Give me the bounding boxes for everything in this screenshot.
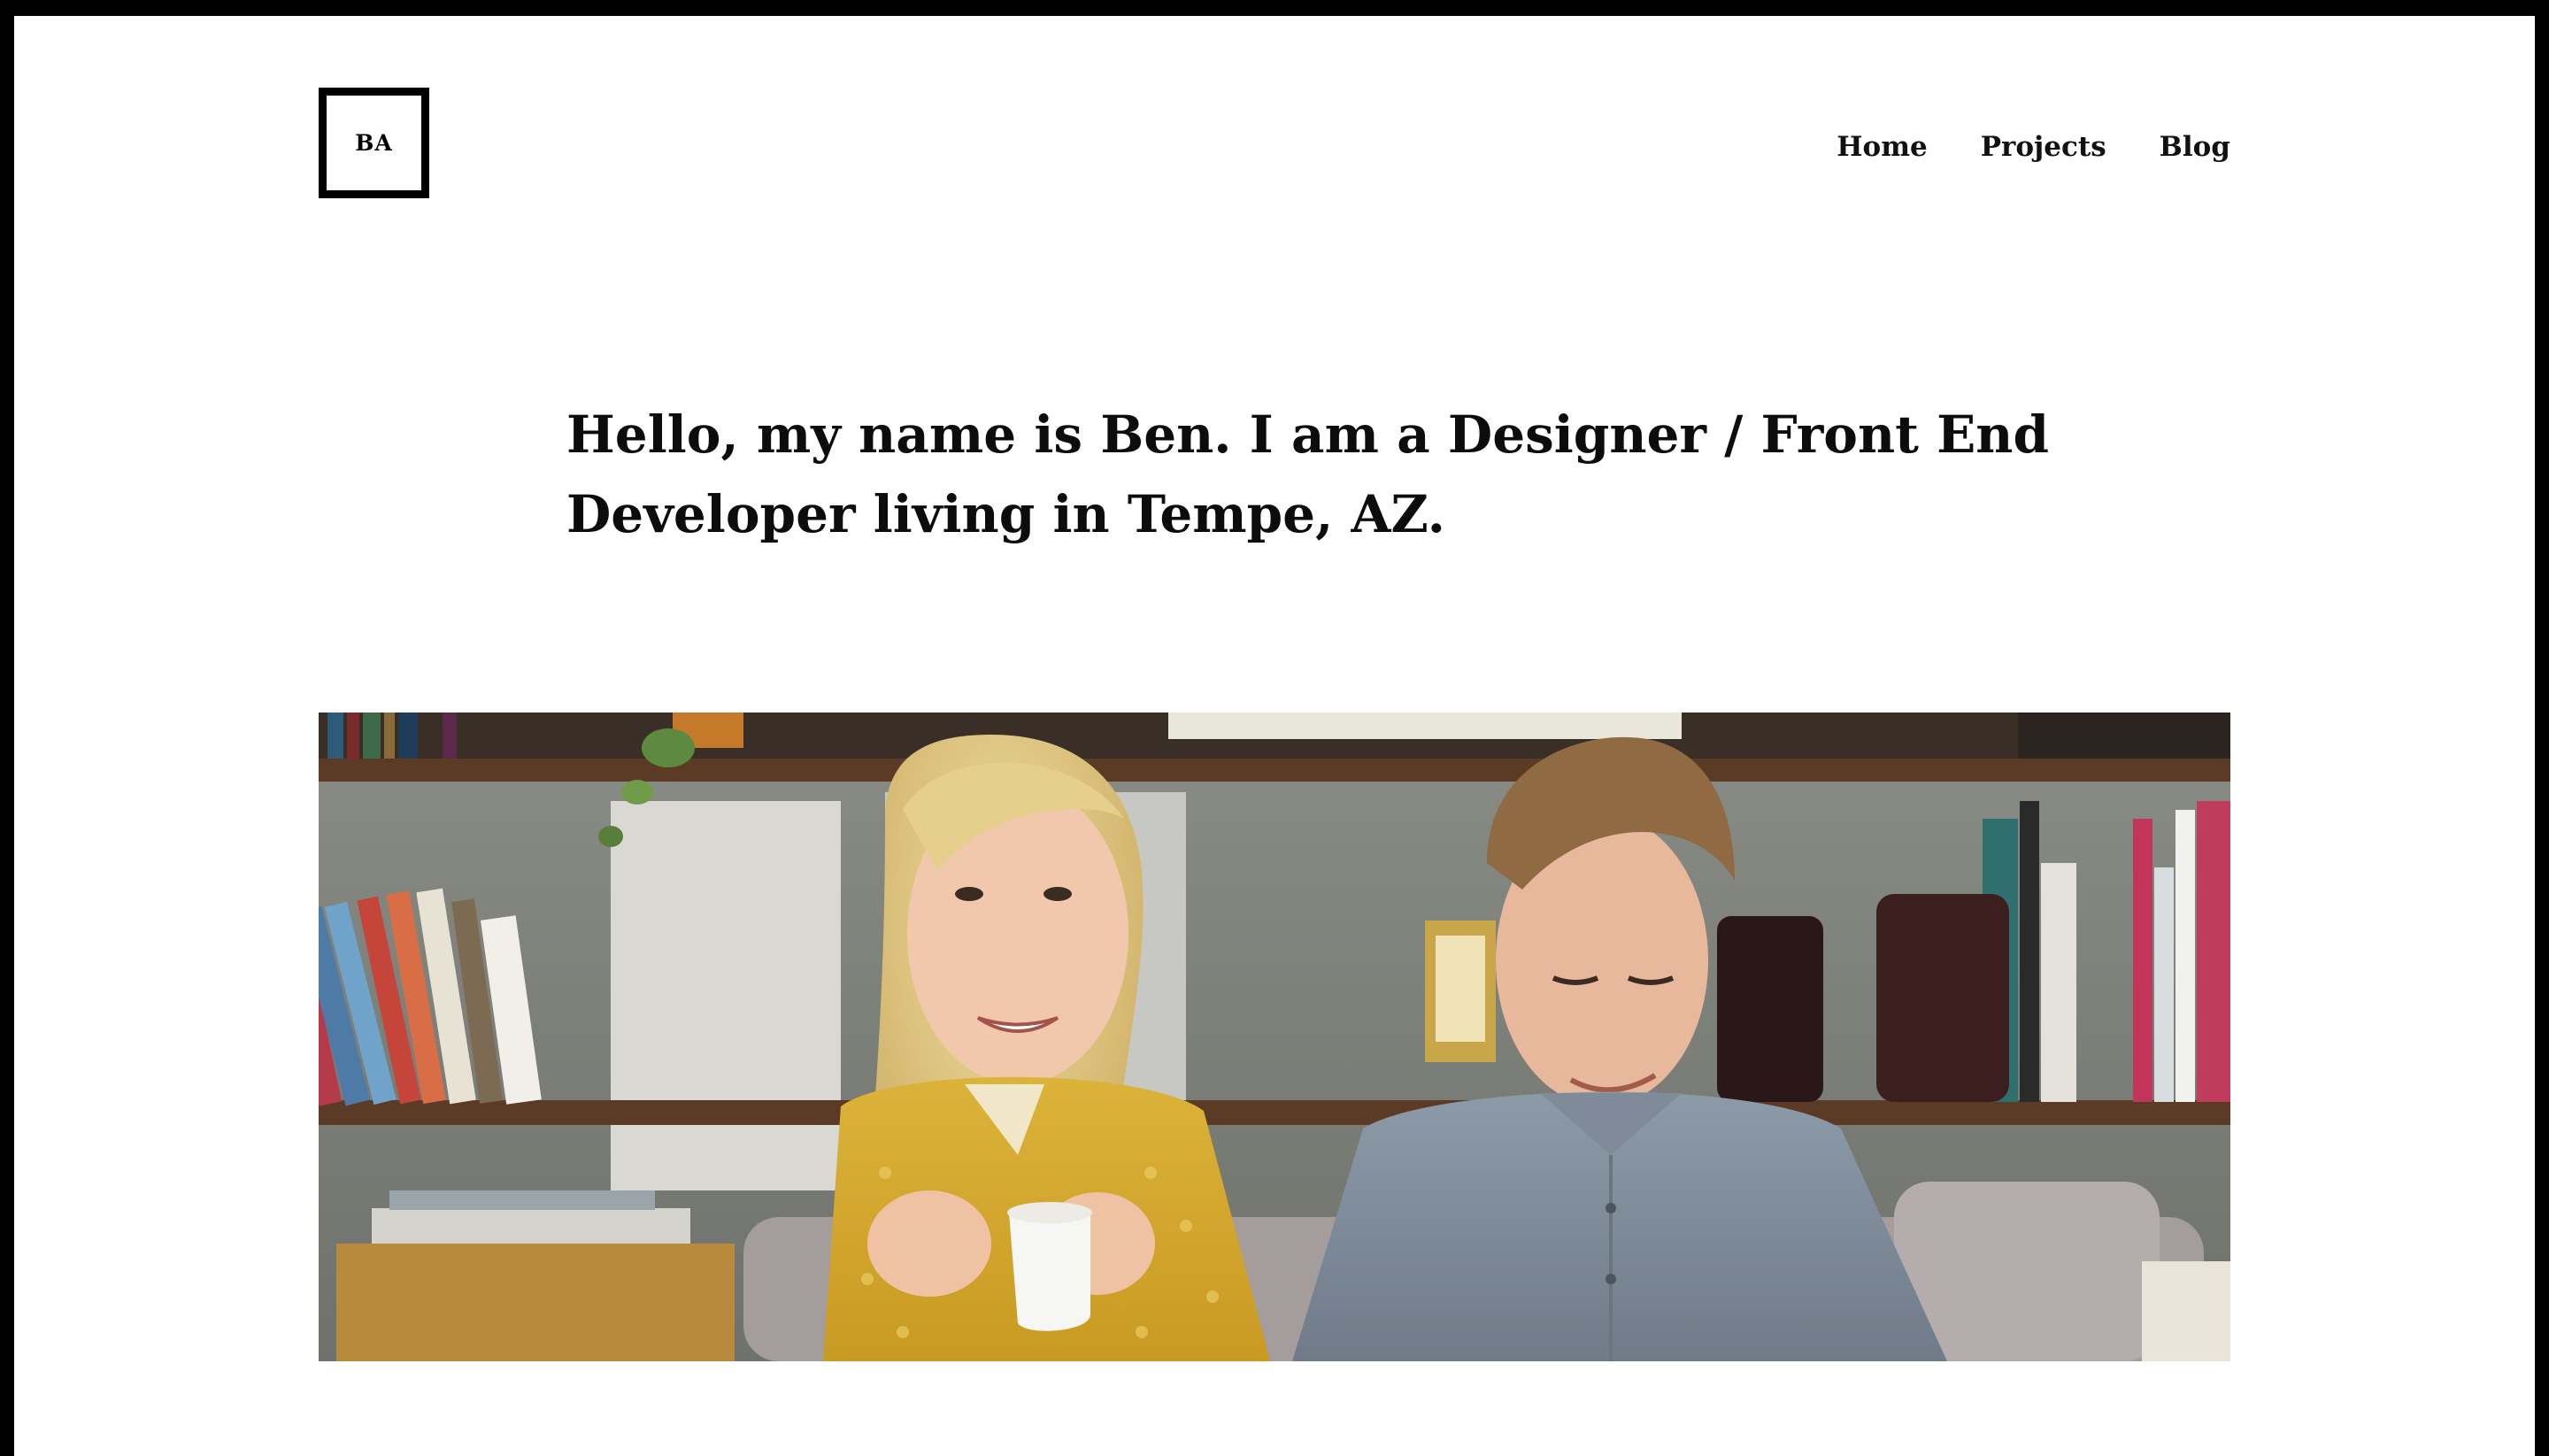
nav-blog[interactable]: Blog bbox=[2160, 131, 2230, 163]
nav-home[interactable]: Home bbox=[1837, 131, 1928, 163]
hero-intro: Hello, my name is Ben. I am a Designer /… bbox=[566, 404, 2050, 544]
hero-photo bbox=[319, 713, 2230, 1361]
logo-text: BA bbox=[355, 130, 393, 156]
main-nav: Home Projects Blog bbox=[1837, 131, 2230, 163]
page: BA Home Projects Blog Hello, my name is … bbox=[14, 16, 2535, 1456]
nav-projects[interactable]: Projects bbox=[1981, 131, 2106, 163]
hero-photo-illustration bbox=[319, 713, 2230, 1361]
logo-link[interactable]: BA bbox=[319, 88, 429, 198]
